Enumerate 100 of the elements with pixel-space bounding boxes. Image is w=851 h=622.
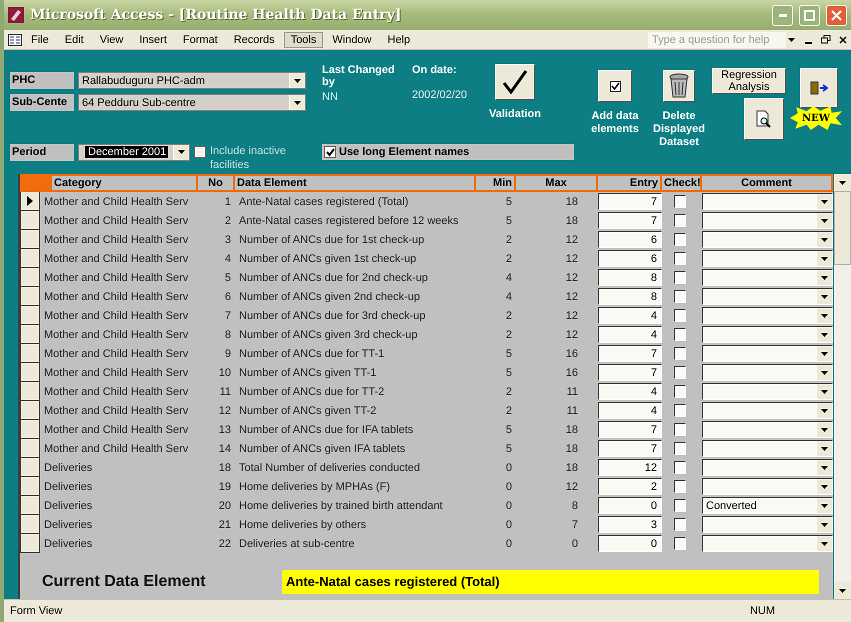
facility-dropdown[interactable]: Rallabuduguru PHC-adm	[78, 72, 306, 89]
entry-field[interactable]: 4	[598, 402, 662, 419]
check-checkbox[interactable]	[674, 347, 686, 360]
entry-field[interactable]: 7	[598, 345, 662, 362]
record-selector[interactable]	[20, 458, 40, 477]
check-checkbox[interactable]	[674, 366, 686, 379]
dropdown-caret-icon[interactable]	[821, 408, 828, 412]
dropdown-caret-icon[interactable]	[178, 150, 185, 154]
dropdown-caret-icon[interactable]	[821, 218, 828, 222]
entry-field[interactable]: 8	[598, 269, 662, 286]
entry-field[interactable]: 0	[598, 497, 662, 514]
scroll-thumb[interactable]	[834, 191, 851, 265]
record-selector[interactable]	[20, 382, 40, 401]
entry-field[interactable]: 8	[598, 288, 662, 305]
check-checkbox[interactable]	[674, 195, 686, 208]
check-checkbox[interactable]	[674, 309, 686, 322]
comment-dropdown[interactable]	[702, 212, 833, 229]
menu-item[interactable]: Edit	[58, 32, 91, 48]
dropdown-caret-icon[interactable]	[821, 200, 828, 204]
period-dropdown[interactable]: December 2001	[78, 144, 190, 160]
menu-item[interactable]: Insert	[132, 32, 174, 48]
entry-field[interactable]: 6	[598, 231, 662, 248]
menu-item[interactable]: Window	[325, 32, 378, 48]
check-checkbox[interactable]	[674, 290, 686, 303]
dropdown-caret-icon[interactable]	[821, 390, 828, 394]
entry-field[interactable]: 6	[598, 250, 662, 267]
check-checkbox[interactable]	[674, 252, 686, 265]
entry-field[interactable]: 0	[598, 535, 662, 552]
record-selector[interactable]	[20, 211, 40, 230]
comment-dropdown[interactable]	[702, 459, 833, 476]
dropdown-caret-icon[interactable]	[821, 352, 828, 356]
comment-dropdown[interactable]	[702, 478, 833, 495]
entry-field[interactable]: 4	[598, 307, 662, 324]
record-selector[interactable]	[20, 344, 40, 363]
record-selector[interactable]	[20, 420, 40, 439]
comment-dropdown[interactable]	[702, 516, 833, 533]
comment-dropdown[interactable]	[702, 535, 833, 552]
menu-item[interactable]: File	[24, 32, 56, 48]
comment-dropdown[interactable]	[702, 421, 833, 438]
entry-field[interactable]: 2	[598, 478, 662, 495]
entry-field[interactable]: 12	[598, 459, 662, 476]
help-dropdown-caret-icon[interactable]	[788, 38, 795, 42]
form-icon[interactable]	[8, 34, 22, 46]
delete-button[interactable]	[663, 70, 695, 102]
record-selector[interactable]	[20, 192, 40, 211]
add-data-button[interactable]	[598, 70, 632, 102]
dropdown-caret-icon[interactable]	[821, 370, 828, 374]
comment-dropdown[interactable]	[702, 231, 833, 248]
check-checkbox[interactable]	[674, 518, 686, 531]
dropdown-caret-icon[interactable]	[821, 428, 828, 432]
entry-field[interactable]: 7	[598, 421, 662, 438]
comment-dropdown[interactable]	[702, 288, 833, 305]
close-button[interactable]	[826, 4, 847, 26]
record-selector[interactable]	[20, 287, 40, 306]
record-selector[interactable]	[20, 496, 40, 515]
check-checkbox[interactable]	[674, 214, 686, 227]
dropdown-caret-icon[interactable]	[294, 78, 301, 82]
dropdown-caret-icon[interactable]	[821, 466, 828, 470]
print-preview-button[interactable]	[744, 98, 784, 140]
dropdown-caret-icon[interactable]	[821, 504, 828, 508]
check-checkbox[interactable]	[674, 537, 686, 550]
comment-dropdown[interactable]	[702, 383, 833, 400]
check-checkbox[interactable]	[674, 499, 686, 512]
comment-dropdown[interactable]	[702, 440, 833, 457]
comment-dropdown[interactable]	[702, 345, 833, 362]
record-selector[interactable]	[20, 477, 40, 496]
check-checkbox[interactable]	[674, 404, 686, 417]
entry-field[interactable]: 7	[598, 440, 662, 457]
long-names-checkbox[interactable]	[324, 146, 336, 158]
menu-item[interactable]: Records	[226, 32, 282, 48]
dropdown-caret-icon[interactable]	[821, 314, 828, 318]
menu-item[interactable]: Format	[176, 32, 225, 48]
record-selector[interactable]	[20, 515, 40, 534]
vertical-scrollbar[interactable]	[834, 174, 851, 599]
dropdown-caret-icon[interactable]	[821, 294, 828, 298]
record-selector[interactable]	[20, 363, 40, 382]
comment-dropdown[interactable]: Converted	[702, 497, 833, 514]
entry-field[interactable]: 7	[598, 364, 662, 381]
regression-analysis-button[interactable]: Regression Analysis	[712, 68, 786, 94]
entry-field[interactable]: 4	[598, 383, 662, 400]
close-icon[interactable]	[839, 36, 847, 44]
check-checkbox[interactable]	[674, 480, 686, 493]
comment-dropdown[interactable]	[702, 402, 833, 419]
menu-item[interactable]: Help	[380, 32, 418, 48]
check-checkbox[interactable]	[674, 385, 686, 398]
restore-icon[interactable]	[821, 35, 831, 44]
scroll-down-icon[interactable]	[839, 588, 846, 592]
record-selector[interactable]	[20, 325, 40, 344]
record-selector[interactable]	[20, 249, 40, 268]
exit-button[interactable]	[800, 68, 838, 108]
record-selector[interactable]	[20, 439, 40, 458]
check-checkbox[interactable]	[674, 423, 686, 436]
dropdown-caret-icon[interactable]	[821, 522, 828, 526]
menu-item[interactable]: Tools	[284, 32, 324, 48]
entry-field[interactable]: 7	[598, 193, 662, 210]
dropdown-caret-icon[interactable]	[294, 100, 301, 104]
menu-item[interactable]: View	[92, 32, 130, 48]
dropdown-caret-icon[interactable]	[821, 484, 828, 488]
check-checkbox[interactable]	[674, 271, 686, 284]
record-selector[interactable]	[20, 230, 40, 249]
